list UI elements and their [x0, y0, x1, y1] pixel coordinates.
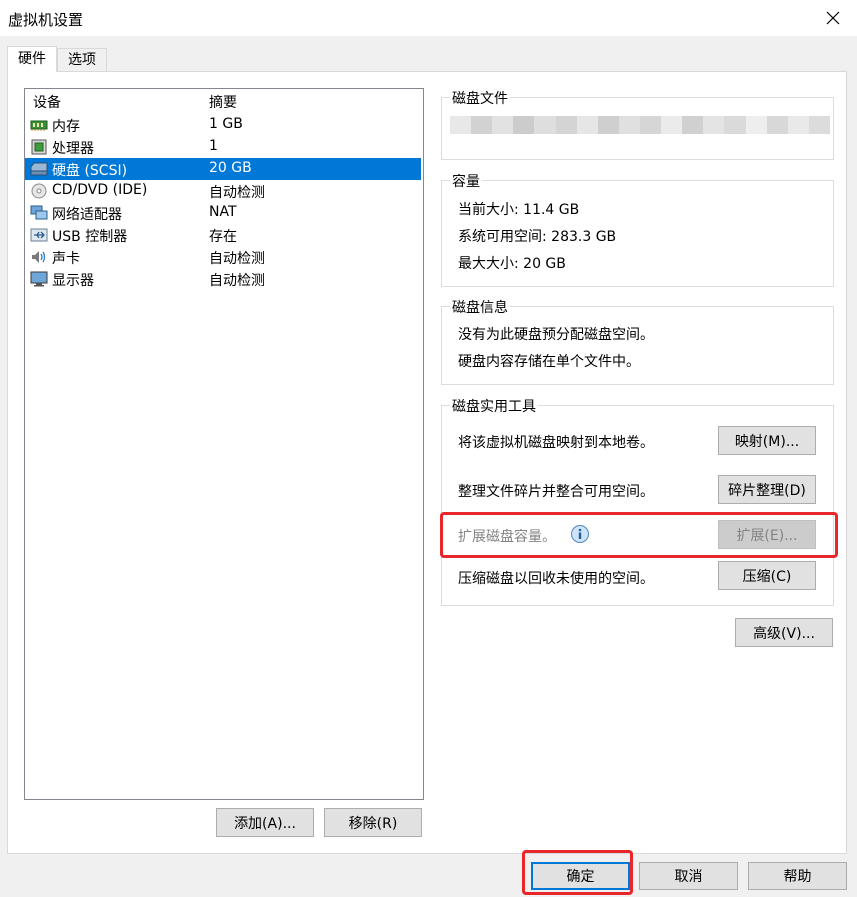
device-name: 处理器 — [52, 141, 94, 157]
window-title: 虚拟机设置 — [8, 11, 84, 29]
compact-description: 压缩磁盘以回收未使用的空间。 — [458, 571, 654, 587]
max-size: 最大大小: 20 GB — [458, 256, 566, 272]
disk-utilities-title: 磁盘实用工具 — [450, 396, 538, 416]
tab-options[interactable]: 选项 — [57, 48, 107, 71]
title-bar: 虚拟机设置 — [0, 0, 857, 36]
device-row-hard-disk[interactable]: 硬盘 (SCSI) 20 GB — [25, 158, 421, 180]
device-row-memory[interactable]: 内存 1 GB — [25, 114, 421, 136]
hard-disk-icon — [30, 162, 48, 176]
device-row-sound-card[interactable]: 声卡 自动检测 — [25, 246, 421, 268]
disk-file-title: 磁盘文件 — [450, 88, 510, 108]
device-row-display[interactable]: 显示器 自动检测 — [25, 268, 421, 290]
device-row-usb-controller[interactable]: USB 控制器 存在 — [25, 224, 421, 246]
disk-info-title: 磁盘信息 — [450, 297, 510, 317]
device-row-network-adapter[interactable]: 网络适配器 NAT — [25, 202, 421, 224]
disk-info-group: 磁盘信息 没有为此硬盘预分配磁盘空间。 硬盘内容存储在单个文件中。 — [441, 297, 834, 385]
defragment-description: 整理文件碎片并整合可用空间。 — [458, 484, 654, 500]
device-name: USB 控制器 — [52, 229, 128, 245]
device-name: CD/DVD (IDE) — [52, 182, 148, 198]
info-icon — [571, 525, 589, 543]
usb-icon — [30, 228, 48, 242]
disk-info-line-2: 硬盘内容存储在单个文件中。 — [458, 354, 640, 370]
defragment-button[interactable]: 碎片整理(D) — [718, 475, 816, 504]
device-summary: 自动检测 — [209, 273, 265, 289]
disk-utilities-group: 磁盘实用工具 将该虚拟机磁盘映射到本地卷。 映射(M)... 整理文件碎片并整合… — [441, 396, 834, 606]
help-button[interactable]: 帮助 — [748, 862, 847, 890]
hardware-panel: 设备 摘要 内存 1 GB 处理器 1 硬盘 (SCSI) 20 GB CD/D… — [7, 71, 847, 854]
device-list[interactable]: 设备 摘要 内存 1 GB 处理器 1 硬盘 (SCSI) 20 GB CD/D… — [24, 88, 424, 800]
add-device-button[interactable]: 添加(A)... — [216, 808, 314, 837]
cancel-button[interactable]: 取消 — [639, 862, 738, 890]
available-space: 系统可用空间: 283.3 GB — [458, 229, 617, 245]
network-adapter-icon — [30, 205, 48, 220]
device-summary: 自动检测 — [209, 251, 265, 267]
close-button[interactable] — [815, 2, 851, 34]
capacity-group: 容量 当前大小: 11.4 GB 系统可用空间: 283.3 GB 最大大小: … — [441, 171, 834, 287]
advanced-button[interactable]: 高级(V)... — [735, 618, 833, 647]
device-name: 显示器 — [52, 273, 94, 289]
expand-description: 扩展磁盘容量。 — [458, 529, 556, 545]
capacity-title: 容量 — [450, 171, 482, 191]
tab-hardware[interactable]: 硬件 — [7, 46, 57, 72]
map-description: 将该虚拟机磁盘映射到本地卷。 — [458, 435, 654, 451]
processor-icon — [31, 139, 47, 155]
tab-strip: 硬件 选项 — [7, 46, 107, 72]
vm-settings-dialog: 虚拟机设置 硬件 选项 设备 摘要 内存 1 GB 处理器 1 硬盘 (SCSI… — [0, 0, 857, 897]
device-list-header: 设备 摘要 — [25, 89, 423, 111]
memory-icon — [30, 120, 48, 131]
device-summary: 20 GB — [209, 160, 252, 176]
disk-info-line-1: 没有为此硬盘预分配磁盘空间。 — [458, 327, 654, 343]
device-name: 声卡 — [52, 251, 80, 267]
current-size: 当前大小: 11.4 GB — [458, 202, 580, 218]
column-header-device[interactable]: 设备 — [33, 92, 61, 112]
device-row-cd-dvd[interactable]: CD/DVD (IDE) 自动检测 — [25, 180, 421, 202]
disk-file-path-redacted — [450, 116, 830, 134]
remove-device-button[interactable]: 移除(R) — [324, 808, 422, 837]
map-button[interactable]: 映射(M)... — [718, 426, 816, 455]
device-summary: 存在 — [209, 229, 237, 245]
disk-file-group: 磁盘文件 — [441, 88, 834, 160]
cd-dvd-icon — [31, 183, 47, 199]
device-row-processor[interactable]: 处理器 1 — [25, 136, 421, 158]
compact-button[interactable]: 压缩(C) — [718, 561, 816, 590]
device-summary: 自动检测 — [209, 185, 265, 201]
close-icon — [826, 11, 840, 25]
device-name: 硬盘 (SCSI) — [52, 163, 128, 179]
device-summary: 1 — [209, 138, 218, 154]
display-icon — [30, 271, 48, 287]
column-header-summary[interactable]: 摘要 — [209, 92, 237, 112]
device-summary: 1 GB — [209, 116, 243, 132]
sound-card-icon — [32, 251, 46, 263]
device-name: 内存 — [52, 119, 80, 135]
expand-button[interactable]: 扩展(E)... — [718, 520, 816, 549]
device-name: 网络适配器 — [52, 207, 122, 223]
ok-button[interactable]: 确定 — [531, 862, 630, 890]
device-summary: NAT — [209, 204, 237, 220]
